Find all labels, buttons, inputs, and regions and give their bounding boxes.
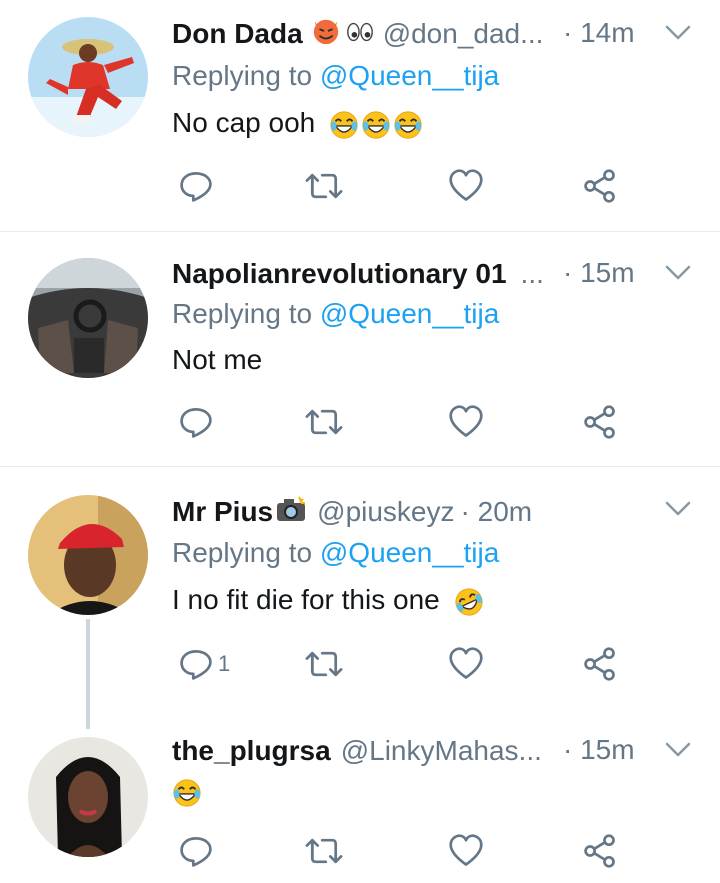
handle[interactable]: @don_dad... <box>383 18 544 50</box>
avatar[interactable] <box>28 495 148 615</box>
share-button[interactable] <box>582 831 618 871</box>
timestamp[interactable]: · 15m <box>563 257 635 289</box>
devil-emoji <box>311 16 341 53</box>
reply-icon <box>178 833 214 869</box>
like-button[interactable] <box>448 644 484 684</box>
replying-to: Replying to @Queen__tija <box>172 60 499 92</box>
reply-button[interactable] <box>178 831 218 871</box>
chevron-down-icon[interactable] <box>665 25 691 41</box>
mention-link[interactable]: @Queen__tija <box>320 537 499 568</box>
retweet-button[interactable] <box>304 831 344 871</box>
share-icon <box>582 646 618 682</box>
tweet-header: Don Dada @don_dad... <box>172 14 543 54</box>
tweet-text-content: I no fit die for this one <box>172 584 440 615</box>
tweet-text-content: No cap ooh <box>172 107 316 138</box>
tweet-header: the_plugrsa @LinkyMahas... <box>172 731 542 771</box>
retweet-icon <box>304 168 344 204</box>
tweet-text: No cap ooh <box>172 107 423 140</box>
laughing-emoji <box>172 778 202 808</box>
display-name[interactable]: Mr Pius <box>172 496 273 528</box>
mention-link[interactable]: @Queen__tija <box>320 60 499 91</box>
reply-icon <box>178 168 214 204</box>
eyes-emoji <box>345 18 375 50</box>
timestamp[interactable]: · 15m <box>563 734 635 766</box>
share-button[interactable] <box>582 644 618 684</box>
tweet-text <box>172 775 202 808</box>
replying-to-label: Replying to <box>172 60 320 91</box>
tweet-text: I no fit die for this one <box>172 584 484 617</box>
timestamp[interactable]: · 14m <box>563 17 635 49</box>
replying-to-label: Replying to <box>172 298 320 329</box>
handle[interactable]: @piuskeyz <box>317 496 454 528</box>
avatar[interactable] <box>28 17 148 137</box>
reply-button[interactable]: 1 <box>178 644 230 684</box>
reply-count: 1 <box>218 651 231 676</box>
avatar[interactable] <box>28 737 148 857</box>
tweet-header: Napolianrevolutionary 01 ... <box>172 254 544 294</box>
replying-to-label: Replying to <box>172 537 320 568</box>
tweet-text-content: Not me <box>172 344 263 375</box>
rolling-laughing-emoji <box>449 582 489 622</box>
tweet-actions <box>172 166 632 206</box>
chevron-down-icon[interactable] <box>665 501 691 517</box>
mention-link[interactable]: @Queen__tija <box>320 298 499 329</box>
share-button[interactable] <box>582 402 618 442</box>
chevron-down-icon[interactable] <box>665 265 691 281</box>
tweet-actions <box>172 402 632 442</box>
reply-icon <box>178 404 214 440</box>
retweet-icon <box>304 646 344 682</box>
share-icon <box>582 168 618 204</box>
thread-line <box>86 619 90 729</box>
avatar[interactable] <box>28 258 148 378</box>
retweet-icon <box>304 404 344 440</box>
retweet-button[interactable] <box>304 166 344 206</box>
share-icon <box>582 404 618 440</box>
heart-icon <box>448 833 484 869</box>
reply-button[interactable] <box>178 402 218 442</box>
display-name[interactable]: Don Dada <box>172 18 303 50</box>
tweet-actions: 1 <box>172 644 632 684</box>
replying-to: Replying to @Queen__tija <box>172 537 499 569</box>
share-icon <box>582 833 618 869</box>
replying-to: Replying to @Queen__tija <box>172 298 499 330</box>
reply-button[interactable] <box>178 166 218 206</box>
share-button[interactable] <box>582 166 618 206</box>
laughing-emoji <box>393 110 423 140</box>
heart-icon <box>448 646 484 682</box>
camera-emoji <box>275 495 307 530</box>
tweet-actions <box>172 831 632 871</box>
display-name[interactable]: the_plugrsa <box>172 735 331 767</box>
tweet-header: Mr Pius @piuskeyz · 20m <box>172 492 532 532</box>
reply-icon <box>178 646 214 682</box>
timestamp[interactable]: · 20m <box>461 496 533 528</box>
like-button[interactable] <box>448 166 484 206</box>
tweet-mr-pius[interactable]: Mr Pius @piuskeyz · 20m Replying to @Que… <box>0 467 720 729</box>
chevron-down-icon[interactable] <box>665 742 691 758</box>
laughing-emoji <box>329 110 359 140</box>
like-button[interactable] <box>448 402 484 442</box>
like-button[interactable] <box>448 831 484 871</box>
handle[interactable]: @LinkyMahas... <box>341 735 542 767</box>
heart-icon <box>448 168 484 204</box>
display-name[interactable]: Napolianrevolutionary 01 <box>172 258 507 290</box>
handle[interactable]: ... <box>521 258 544 290</box>
tweet-text: Not me <box>172 344 262 376</box>
retweet-icon <box>304 833 344 869</box>
tweet-the-plugrsa[interactable]: the_plugrsa @LinkyMahas... · 15m <box>0 717 720 883</box>
tweet-napolianrevolutionary[interactable]: Napolianrevolutionary 01 ... · 15m Reply… <box>0 232 720 466</box>
laughing-emoji <box>361 110 391 140</box>
retweet-button[interactable] <box>304 402 344 442</box>
heart-icon <box>448 404 484 440</box>
tweet-don-dada[interactable]: Don Dada @don_dad... · 14m Replying to @… <box>0 0 720 231</box>
retweet-button[interactable] <box>304 644 344 684</box>
